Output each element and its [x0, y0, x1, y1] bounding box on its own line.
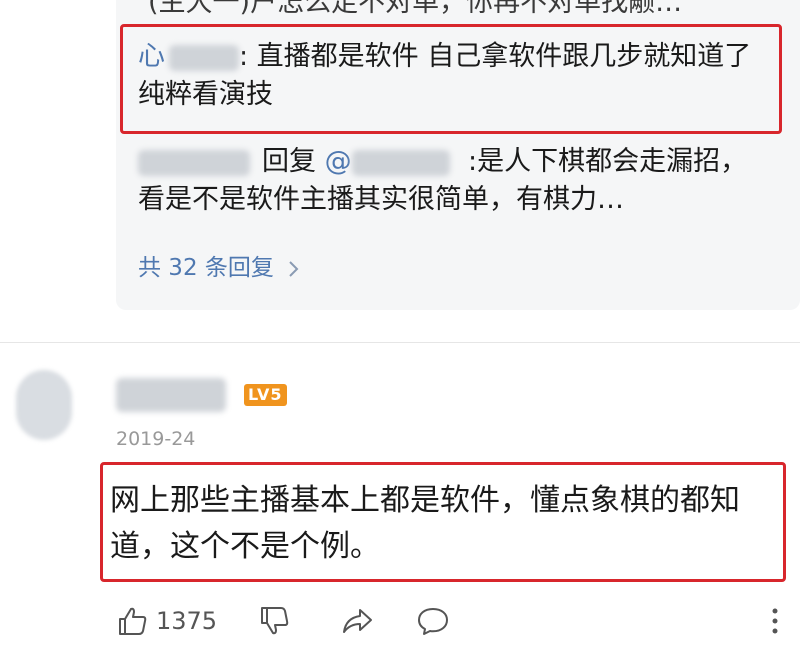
more-options-button[interactable]	[758, 604, 792, 638]
like-count: 1375	[156, 607, 218, 635]
avatar[interactable]	[16, 370, 72, 440]
comment-button[interactable]	[416, 604, 450, 638]
share-button[interactable]	[340, 604, 374, 638]
highlight-box	[100, 462, 786, 582]
comment-icon	[418, 608, 448, 635]
more-icon	[772, 608, 778, 634]
comment-date: 2019-24	[116, 428, 196, 450]
dislike-button[interactable]	[258, 604, 292, 638]
truncated-reply-text: (主大一)户怎么走不对单，你再不对单找颟…	[148, 0, 683, 18]
divider	[0, 342, 800, 343]
thumbs-down-icon	[261, 607, 289, 635]
more-replies-label: 共 32 条回复	[138, 255, 274, 281]
reply-text: :是人下棋都会走漏招，看是不是软件主播其实很简单，有棋力…	[138, 146, 748, 215]
chevron-right-icon	[289, 260, 299, 277]
blurred-username[interactable]	[116, 378, 226, 412]
thumbs-up-icon	[119, 607, 147, 635]
share-icon	[343, 609, 372, 633]
like-button[interactable]: 1375	[116, 604, 217, 638]
more-replies-link[interactable]: 共 32 条回复	[138, 248, 301, 282]
level-badge: LV5	[244, 384, 287, 406]
highlight-box	[120, 24, 782, 134]
